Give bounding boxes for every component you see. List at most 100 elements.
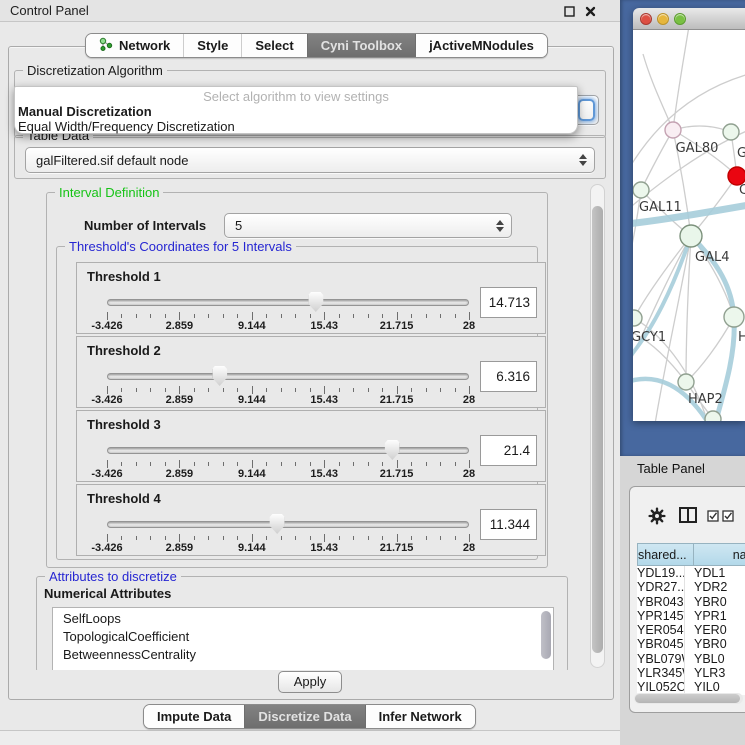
slider-tick	[353, 314, 354, 318]
tab-impute-data[interactable]: Impute Data	[144, 705, 244, 728]
threshold-value-field[interactable]: 6.316	[480, 361, 537, 392]
tab-network[interactable]: Network	[86, 34, 183, 57]
network-node[interactable]	[633, 310, 642, 326]
slider-thumb[interactable]	[212, 366, 227, 386]
slider-tick-label: 21.715	[380, 394, 414, 406]
table-cell[interactable]: YLR345W	[637, 666, 685, 680]
float-window-icon[interactable]	[563, 5, 576, 18]
table-cell[interactable]: YBL079W	[637, 652, 685, 666]
column-header[interactable]: na	[694, 543, 745, 566]
slider-tick	[121, 462, 122, 466]
tab-select[interactable]: Select	[241, 34, 306, 57]
apply-button[interactable]: Apply	[278, 671, 342, 693]
horizontal-scrollbar[interactable]	[634, 693, 743, 704]
numerical-attributes-list[interactable]: SelfLoopsTopologicalCoefficientBetweenne…	[52, 607, 554, 670]
minimize-traffic-light[interactable]	[657, 13, 669, 25]
slider-tick	[440, 314, 441, 318]
table-cell[interactable]: YDL1	[685, 566, 745, 580]
slider-tick	[136, 536, 137, 540]
table-row[interactable]: YDL19...YDL1	[637, 566, 745, 580]
list-item[interactable]: SelfLoops	[53, 611, 553, 629]
table-row[interactable]: YDR27...YDR2	[637, 580, 745, 594]
table-cell[interactable]: YDR27...	[637, 580, 685, 594]
tab-jactivemnodules[interactable]: jActiveMNodules	[415, 34, 547, 57]
slider-thumb[interactable]	[385, 440, 400, 460]
slider-tick	[324, 312, 325, 320]
slider-tick	[411, 462, 412, 466]
list-item[interactable]: TopologicalCoefficient	[53, 629, 553, 647]
slider-tick	[411, 536, 412, 540]
table-cell[interactable]: YBR0	[685, 637, 745, 651]
checkbox-icon[interactable]	[722, 510, 735, 528]
threshold-value-field[interactable]: 11.344	[480, 509, 537, 540]
column-header[interactable]: shared...	[637, 543, 694, 566]
network-node[interactable]	[680, 225, 702, 247]
table-cell[interactable]: YBR0	[685, 595, 745, 609]
list-scrollbar[interactable]	[541, 611, 551, 659]
tab-discretize-data[interactable]: Discretize Data	[244, 705, 364, 728]
table-cell[interactable]: YER0	[685, 623, 745, 637]
table-cell[interactable]: YDL19...	[637, 566, 685, 580]
network-node[interactable]	[723, 124, 739, 140]
group-title: Discretization Algorithm	[23, 63, 167, 78]
table-row[interactable]: YPR145WYPR1	[637, 609, 745, 623]
slider-tick-label: 2.859	[166, 394, 194, 406]
zoom-traffic-light[interactable]	[674, 13, 686, 25]
table-row[interactable]: YBL079WYBL0	[637, 652, 745, 666]
slider-tick	[368, 314, 369, 318]
network-node[interactable]	[724, 307, 744, 327]
table-row[interactable]: YBR043CYBR0	[637, 595, 745, 609]
split-columns-icon[interactable]	[678, 505, 698, 530]
dropdown-option-equal-width[interactable]: Equal Width/Frequency Discretization	[15, 119, 577, 134]
threshold-value-field[interactable]: 21.4	[480, 435, 537, 466]
slider-tick	[310, 314, 311, 318]
dropdown-option-manual[interactable]: Manual Discretization	[15, 104, 577, 119]
scrollbar-thumb[interactable]	[592, 206, 603, 653]
tab-cyni-toolbox[interactable]: Cyni Toolbox	[307, 34, 415, 57]
table-data-combo[interactable]: galFiltered.sif default node	[25, 147, 595, 173]
number-of-intervals-spinner[interactable]: 5	[224, 213, 512, 238]
table-cell[interactable]: YLR3	[685, 666, 745, 680]
slider-thumb[interactable]	[308, 292, 323, 312]
combo-arrows-icon	[579, 154, 587, 166]
tab-style[interactable]: Style	[183, 34, 241, 57]
table-cell[interactable]: YBL0	[685, 652, 745, 666]
gear-icon[interactable]	[648, 507, 666, 530]
table-row[interactable]: YBR045CYBR0	[637, 637, 745, 651]
network-graph[interactable]: GAL80GACGAL11GAL4GCY1HHAP2	[633, 30, 745, 421]
network-window-titlebar[interactable]	[633, 8, 745, 30]
threshold-slider[interactable]	[107, 447, 469, 454]
slider-thumb[interactable]	[270, 514, 285, 534]
list-item[interactable]: BetweennessCentrality	[53, 647, 553, 665]
threshold-slider[interactable]	[107, 373, 469, 380]
threshold-slider[interactable]	[107, 521, 469, 528]
network-canvas[interactable]: GAL80GACGAL11GAL4GCY1HHAP2	[633, 30, 745, 421]
close-icon[interactable]	[584, 5, 597, 18]
table-cell[interactable]: YPR1	[685, 609, 745, 623]
tab-infer-network[interactable]: Infer Network	[365, 705, 475, 728]
table-cell[interactable]: YDR2	[685, 580, 745, 594]
slider-tick-label: 21.715	[380, 542, 414, 554]
network-node[interactable]	[705, 411, 721, 421]
threshold-slider[interactable]	[107, 299, 469, 306]
network-node[interactable]	[633, 182, 649, 198]
slider-ticks	[107, 460, 469, 469]
table-cell[interactable]: YBR043C	[637, 595, 685, 609]
network-node[interactable]	[678, 374, 694, 390]
table-cell[interactable]: YPR145W	[637, 609, 685, 623]
table-cell[interactable]: YER054C	[637, 623, 685, 637]
table-row[interactable]: YLR345WYLR3	[637, 666, 745, 680]
slider-tick	[179, 386, 180, 394]
network-window[interactable]: GAL80GACGAL11GAL4GCY1HHAP2	[633, 8, 745, 421]
scrollbar-thumb[interactable]	[635, 694, 740, 703]
checkbox-icon[interactable]	[707, 510, 720, 528]
network-node-label: GCY1	[633, 330, 666, 345]
close-traffic-light[interactable]	[640, 13, 652, 25]
table-row[interactable]: YER054CYER0	[637, 623, 745, 637]
table-cell[interactable]: YBR045C	[637, 637, 685, 651]
network-node[interactable]	[665, 122, 681, 138]
vertical-scrollbar[interactable]	[590, 184, 605, 668]
table-data-group: Table Data galFiltered.sif default node	[14, 135, 606, 179]
threshold-value-field[interactable]: 14.713	[480, 287, 537, 318]
combo-focus-ring	[578, 99, 595, 121]
